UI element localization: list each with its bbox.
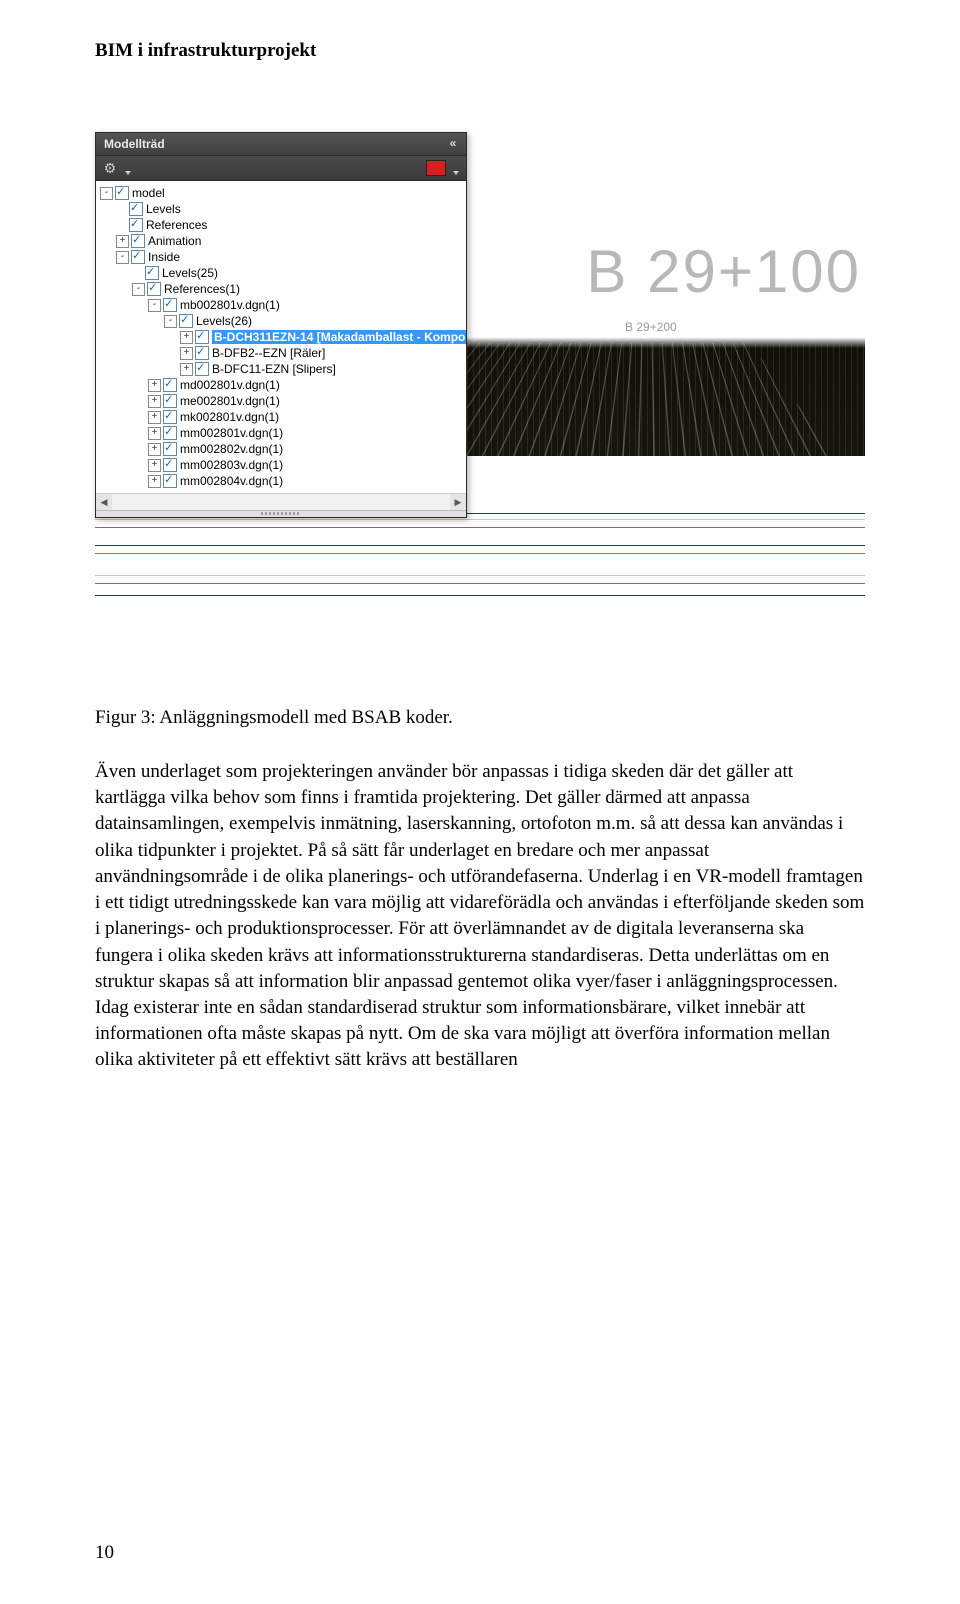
tree-node[interactable]: - Inside [98,249,466,265]
tree-node[interactable]: + me002801v.dgn(1) [98,393,466,409]
tree-node[interactable]: + md002801v.dgn(1) [98,377,466,393]
gear-dropdown-icon[interactable] [124,164,132,172]
tree-checkbox[interactable] [131,250,145,264]
tree-node[interactable]: + mm002801v.dgn(1) [98,425,466,441]
expand-icon[interactable]: + [148,427,161,440]
tree-checkbox[interactable] [129,218,143,232]
twisty-blank [132,268,143,279]
tree-node[interactable]: + Animation [98,233,466,249]
tree-checkbox[interactable] [163,410,177,424]
gear-icon[interactable]: ⚙ [102,160,118,176]
tree-node-label: Levels(26) [196,314,252,328]
tree-node[interactable]: - mb002801v.dgn(1) [98,297,466,313]
tree-checkbox[interactable] [163,298,177,312]
figure-caption: Figur 3: Anläggningsmodell med BSAB kode… [95,707,865,729]
tree-node[interactable]: + mm002803v.dgn(1) [98,457,466,473]
scroll-right-icon[interactable]: ▶ [450,494,466,510]
tree-node-label: Animation [148,234,201,248]
tree-node-label: me002801v.dgn(1) [180,394,280,408]
model-tree: - model Levels References + Animation - Inside L… [96,181,466,493]
tree-node[interactable]: - Levels(26) [98,313,466,329]
tree-checkbox[interactable] [115,186,129,200]
tree-checkbox[interactable] [145,266,159,280]
color-swatch[interactable] [426,160,446,176]
tree-node-label: Inside [148,250,180,264]
tree-hscrollbar[interactable]: ◀ ▶ [96,493,466,510]
expand-icon[interactable]: + [148,459,161,472]
tree-node-label: B-DCH311EZN-14 [Makadamballast - Kompone… [212,330,466,344]
tree-node[interactable]: + B-DCH311EZN-14 [Makadamballast - Kompon… [98,329,466,345]
collapse-icon[interactable]: - [100,187,113,200]
tree-node[interactable]: + B-DFC11-EZN [Slipers] [98,361,466,377]
tree-node-label: mm002801v.dgn(1) [180,426,283,440]
figure-3: B 29+100 B 29+200 Modellträd « ⚙ - model L… [95,132,865,672]
tree-checkbox[interactable] [195,346,209,360]
tree-node[interactable]: + mk002801v.dgn(1) [98,409,466,425]
collapse-icon[interactable]: - [116,251,129,264]
twisty-blank [116,204,127,215]
tree-checkbox[interactable] [129,202,143,216]
tree-node[interactable]: - model [98,185,466,201]
tree-node-label: B-DFB2--EZN [Räler] [212,346,325,360]
tree-checkbox[interactable] [195,330,209,344]
tree-node[interactable]: - References(1) [98,281,466,297]
expand-icon[interactable]: + [148,395,161,408]
expand-icon[interactable]: + [180,363,193,376]
expand-icon[interactable]: + [148,411,161,424]
tree-checkbox[interactable] [163,458,177,472]
tree-node[interactable]: References [98,217,466,233]
panel-title: Modellträd « [96,133,466,155]
expand-icon[interactable]: + [148,379,161,392]
tree-node[interactable]: + mm002804v.dgn(1) [98,473,466,489]
collapse-icon[interactable]: - [164,315,177,328]
tree-node[interactable]: + B-DFB2--EZN [Räler] [98,345,466,361]
tree-checkbox[interactable] [131,234,145,248]
swatch-dropdown-icon[interactable] [452,164,460,172]
tree-checkbox[interactable] [163,378,177,392]
tree-checkbox[interactable] [195,362,209,376]
page-number: 10 [95,1542,114,1564]
tree-node-label: References [146,218,207,232]
tree-checkbox[interactable] [163,442,177,456]
tree-node-label: B-DFC11-EZN [Slipers] [212,362,336,376]
scroll-left-icon[interactable]: ◀ [96,494,112,510]
tree-node[interactable]: + mm002802v.dgn(1) [98,441,466,457]
tree-node-label: mm002804v.dgn(1) [180,474,283,488]
tree-node-label: mm002803v.dgn(1) [180,458,283,472]
tree-node-label: Levels(25) [162,266,218,280]
station-label-large: B 29+100 [586,237,861,306]
tree-checkbox[interactable] [163,394,177,408]
page-header: BIM i infrastrukturprojekt [95,40,865,62]
collapse-icon[interactable]: - [132,283,145,296]
model-tree-panel: Modellträd « ⚙ - model Levels References + An… [95,132,467,518]
expand-icon[interactable]: + [148,475,161,488]
tree-node-label: mk002801v.dgn(1) [180,410,279,424]
collapse-icon[interactable]: - [148,299,161,312]
tree-node-label: Levels [146,202,181,216]
tree-checkbox[interactable] [163,474,177,488]
tree-node-label: md002801v.dgn(1) [180,378,280,392]
tree-node-label: mb002801v.dgn(1) [180,298,280,312]
panel-toolbar: ⚙ [96,155,466,181]
station-label-small: B 29+200 [625,320,677,334]
tree-checkbox[interactable] [147,282,161,296]
tree-node[interactable]: Levels [98,201,466,217]
tree-checkbox[interactable] [179,314,193,328]
tree-node-label: mm002802v.dgn(1) [180,442,283,456]
tree-node-label: References(1) [164,282,240,296]
panel-resize-handle[interactable] [96,510,466,517]
panel-collapse-button[interactable]: « [446,136,460,150]
expand-icon[interactable]: + [148,443,161,456]
tree-node[interactable]: Levels(25) [98,265,466,281]
body-text: Även underlaget som projekteringen använ… [95,759,865,1074]
expand-icon[interactable]: + [180,331,193,344]
twisty-blank [116,220,127,231]
expand-icon[interactable]: + [116,235,129,248]
section-wireframe [95,505,865,625]
tree-node-label: model [132,186,165,200]
panel-title-text: Modellträd [104,137,165,151]
expand-icon[interactable]: + [180,347,193,360]
tree-checkbox[interactable] [163,426,177,440]
